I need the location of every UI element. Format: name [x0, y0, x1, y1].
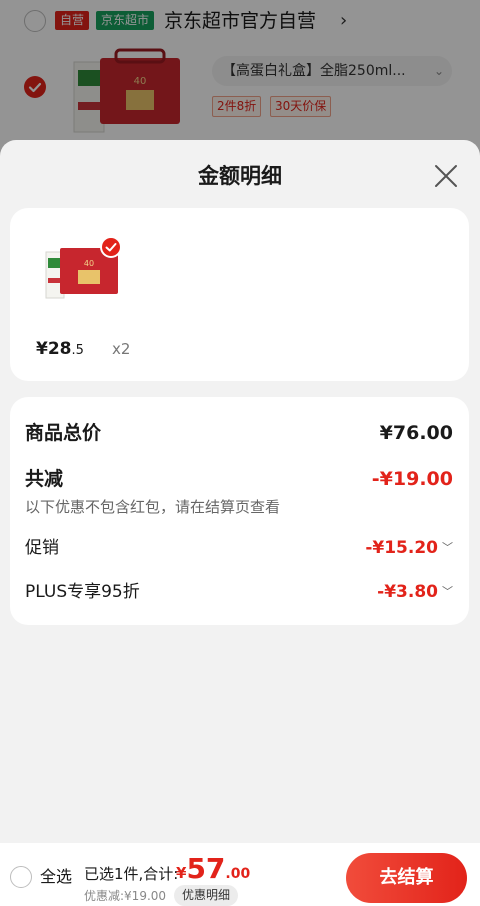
close-icon[interactable] — [432, 162, 460, 190]
checkout-bar: 全选 已选1件,合计: ¥57.00 优惠减:¥19.00 优惠明细 去结算 — [0, 843, 480, 906]
total-amount-int: 57 — [186, 852, 226, 885]
promotion-value: -¥15.20 — [365, 538, 438, 558]
promotion-row[interactable]: -¥15.20 ﹀ — [365, 536, 453, 560]
selected-count-text: 已选1件,合计: — [84, 865, 179, 883]
product-card: 40 ¥28.5 x2 — [10, 208, 469, 381]
product-price-decimal: .5 — [71, 343, 84, 358]
total-price-label: 商品总价 — [25, 422, 102, 444]
plus-discount-label: PLUS专享95折 — [25, 582, 140, 602]
currency-symbol: ¥ — [176, 864, 187, 882]
checkout-button[interactable]: 去结算 — [346, 853, 467, 903]
dim-overlay[interactable] — [0, 0, 480, 160]
chevron-down-icon: ﹀ — [442, 585, 453, 598]
discount-detail-button[interactable]: 优惠明细 — [174, 885, 239, 906]
total-amount-decimal: .00 — [225, 866, 251, 882]
price-summary-card: 商品总价 ¥76.00 共减 -¥19.00 以下优惠不包含红包，请在结算页查看… — [10, 397, 469, 625]
promotion-label: 促销 — [25, 538, 59, 558]
cart-background: 自营 京东超市 京东超市官方自营 › 40 【高蛋白礼盒】全脂250ml... … — [0, 0, 480, 160]
discount-amount-text: 优惠减:¥19.00 — [84, 889, 167, 903]
amount-detail-sheet: 金额明细 40 ¥28.5 x2 商品总价 ¥76.00 共减 -¥19.00 … — [0, 140, 480, 906]
product-price: ¥28.5 — [36, 338, 84, 362]
select-all-label[interactable]: 全选 — [40, 866, 72, 888]
total-reduce-value: -¥19.00 — [371, 468, 453, 490]
plus-discount-row[interactable]: -¥3.80 ﹀ — [377, 580, 453, 604]
discount-note: 以下优惠不包含红包，请在结算页查看 — [25, 498, 281, 516]
product-quantity: x2 — [112, 340, 131, 358]
total-price-value: ¥76.00 — [379, 422, 453, 444]
total-amount: ¥57.00 — [176, 852, 250, 886]
select-all-radio[interactable] — [10, 866, 32, 888]
product-price-int: ¥28 — [36, 339, 72, 359]
svg-text:40: 40 — [84, 259, 94, 268]
plus-discount-value: -¥3.80 — [377, 582, 438, 602]
total-reduce-label: 共减 — [25, 468, 64, 490]
chevron-down-icon: ﹀ — [442, 541, 453, 554]
sheet-title: 金额明细 — [198, 164, 282, 188]
product-checked-icon[interactable] — [100, 236, 122, 258]
